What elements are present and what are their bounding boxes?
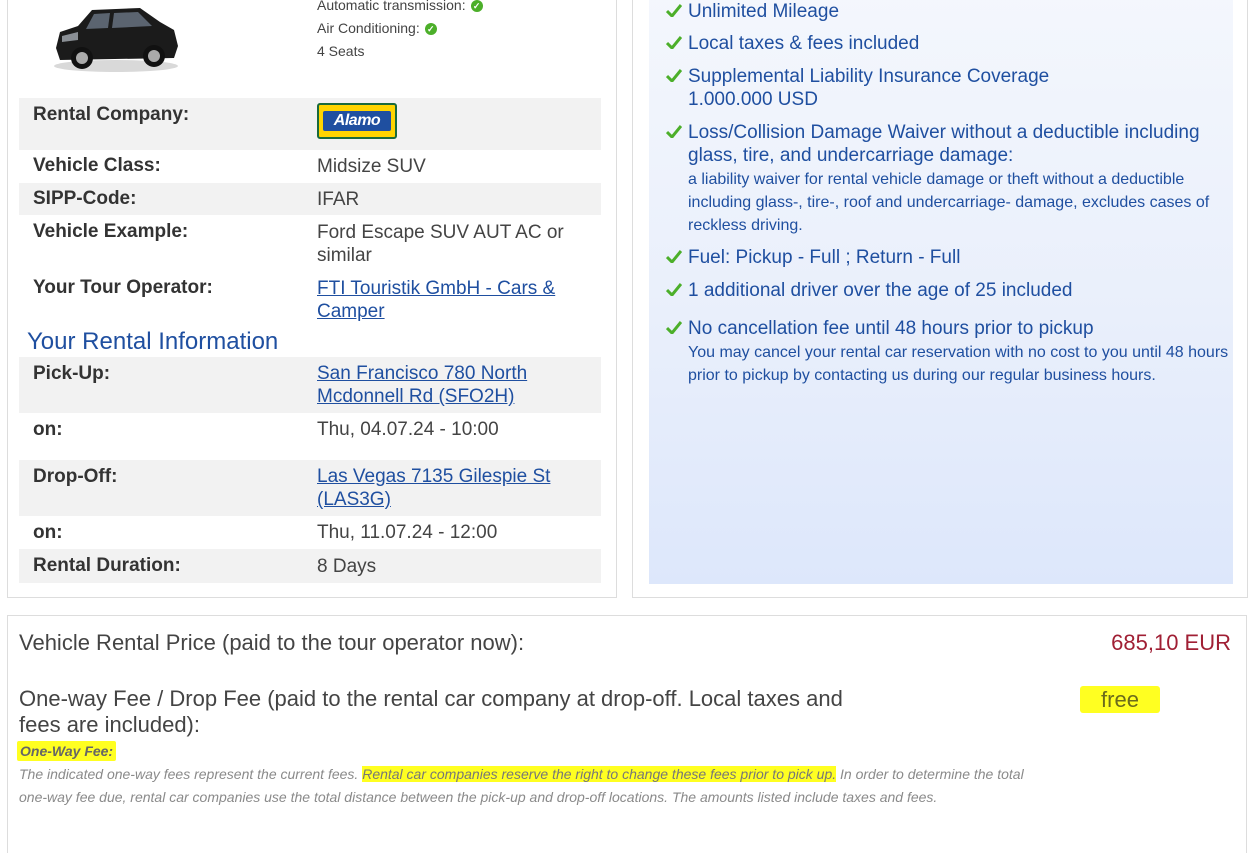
feature-title: No cancellation fee until 48 hours prior… [688, 318, 1094, 339]
note-text-intro: The indicated one-way fees represent the… [19, 766, 359, 782]
one-way-fee-label: One-way Fee / Drop Fee (paid to the rent… [19, 686, 843, 737]
spec-air-conditioning: Air Conditioning: ✓ [317, 17, 483, 40]
alamo-logo: Alamo [317, 103, 397, 139]
row-dropoff-date: on: Thu, 11.07.24 - 12:00 [19, 517, 601, 549]
row-rental-duration: Rental Duration: 8 Days [19, 549, 601, 583]
one-way-fee-note: The indicated one-way fees represent the… [19, 763, 1049, 809]
row-pickup-date: on: Thu, 04.07.24 - 10:00 [19, 414, 601, 460]
spec-ac-label: Air Conditioning: [317, 20, 420, 36]
rental-info-title: Your Rental Information [27, 328, 279, 355]
vehicle-example-value: Ford Escape SUV AUT AC or similar [317, 222, 564, 266]
vehicle-class-value: Midsize SUV [317, 156, 426, 177]
feature-title: Loss/Collision Damage Waiver without a d… [688, 122, 1200, 166]
feature-title: Unlimited Mileage [688, 1, 840, 22]
checkmark-icon [666, 250, 682, 263]
feature-title: 1 additional driver over the age of 25 i… [688, 280, 1073, 301]
pickup-value: San Francisco 780 North Mcdonnell Rd (SF… [317, 362, 567, 408]
pickup-location-link[interactable]: San Francisco 780 North Mcdonnell Rd (SF… [317, 363, 527, 407]
dropoff-datetime: Thu, 11.07.24 - 12:00 [317, 522, 498, 543]
spec-seats-label: 4 Seats [317, 43, 365, 59]
rental-duration-value: 8 Days [317, 556, 377, 577]
rental-price-value: 685,10 EUR [1111, 630, 1231, 655]
row-rental-company: Rental Company: Alamo [19, 98, 601, 150]
checkmark-icon [666, 321, 682, 334]
rental-duration-label: Rental Duration: [33, 555, 181, 576]
checkmark-icon [666, 125, 682, 138]
row-sipp-code: SIPP-Code: IFAR [19, 183, 601, 215]
tour-operator-link[interactable]: FTI Touristik GmbH - Cars & Camper [317, 278, 555, 322]
vehicle-class-label: Vehicle Class: [33, 155, 161, 176]
pickup-label: Pick-Up: [33, 363, 111, 384]
row-vehicle-class: Vehicle Class: Midsize SUV [19, 152, 601, 182]
row-pickup: Pick-Up: San Francisco 780 North Mcdonne… [19, 357, 601, 413]
feature-description: a liability waiver for rental vehicle da… [688, 171, 1210, 234]
vehicle-specs: Automatic transmission: ✓ Air Conditioni… [317, 0, 483, 63]
one-way-fee-value: free [1080, 686, 1160, 713]
tour-operator-label: Your Tour Operator: [33, 277, 213, 298]
spec-seats: 4 Seats [317, 40, 483, 63]
row-vehicle-example: Vehicle Example: Ford Escape SUV AUT AC … [19, 216, 601, 270]
vehicle-example-label: Vehicle Example: [33, 221, 189, 242]
rental-company-logo-wrap: Alamo [317, 103, 597, 145]
check-icon: ✓ [424, 22, 437, 35]
spec-transmission-label: Automatic transmission: [317, 0, 466, 13]
pickup-on-label: on: [33, 419, 63, 440]
check-icon: ✓ [470, 0, 483, 12]
spec-transmission: Automatic transmission: ✓ [317, 0, 483, 17]
feature-description: You may cancel your rental car reservati… [688, 344, 1229, 384]
sipp-value: IFAR [317, 189, 360, 210]
checkmark-icon [666, 283, 682, 296]
sipp-label: SIPP-Code: [33, 188, 137, 209]
checkmark-icon [666, 4, 682, 17]
dropoff-location-link[interactable]: Las Vegas 7135 Gilespie St (LAS3G) [317, 466, 550, 510]
note-text-highlight: Rental car companies reserve the right t… [362, 766, 837, 782]
rental-price-label: Vehicle Rental Price (paid to the tour o… [19, 630, 525, 655]
feature-title: Local taxes & fees included [688, 33, 920, 54]
dropoff-on-label: on: [33, 522, 63, 543]
feature-title: Supplemental Liability Insurance Coverag… [688, 66, 1050, 110]
checkmark-icon [666, 69, 682, 82]
feature-title: Fuel: Pickup - Full ; Return - Full [688, 247, 961, 268]
one-way-fee-note-title: One-Way Fee: [17, 741, 117, 761]
car-image [54, 8, 178, 72]
row-dropoff: Drop-Off: Las Vegas 7135 Gilespie St (LA… [19, 460, 601, 516]
checkmark-icon [666, 36, 682, 49]
tour-operator-value: FTI Touristik GmbH - Cars & Camper [317, 277, 577, 323]
dropoff-value: Las Vegas 7135 Gilespie St (LAS3G) [317, 465, 577, 511]
dropoff-label: Drop-Off: [33, 466, 118, 487]
row-tour-operator: Your Tour Operator: FTI Touristik GmbH -… [19, 272, 601, 328]
rental-company-label: Rental Company: [33, 104, 190, 125]
pickup-datetime: Thu, 04.07.24 - 10:00 [317, 419, 499, 440]
alamo-logo-text: Alamo [323, 111, 391, 131]
